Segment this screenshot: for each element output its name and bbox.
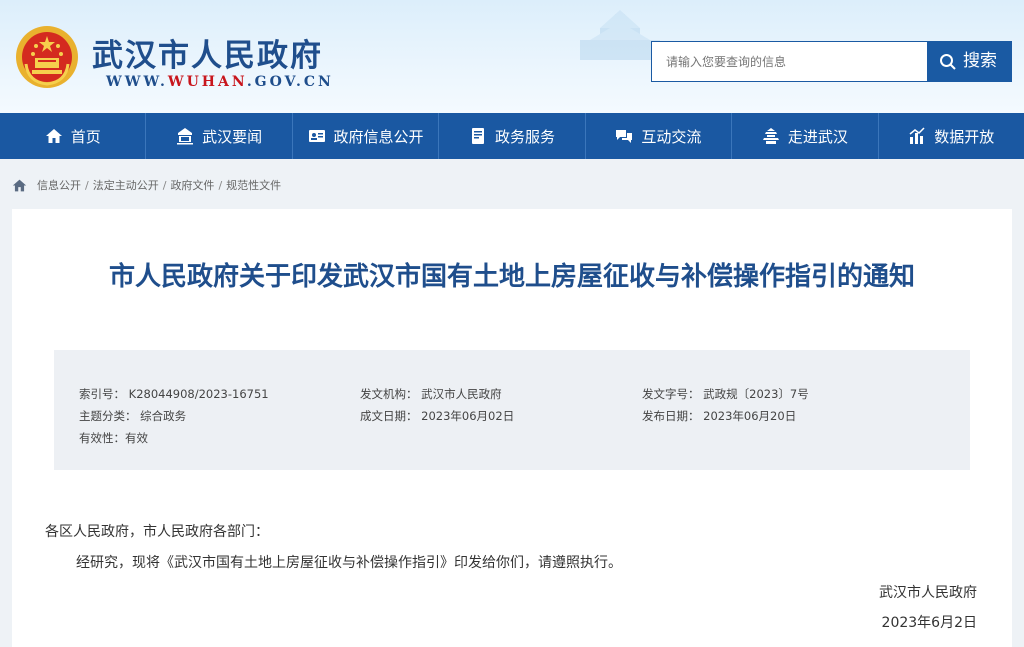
document-title: 市人民政府关于印发武汉市国有土地上房屋征收与补偿操作指引的通知 (108, 262, 915, 292)
nav-item-label: 政府信息公开 (333, 127, 424, 146)
nav-item-services[interactable]: 政务服务 (439, 113, 586, 159)
breadcrumb-separator: / (85, 178, 89, 192)
main-nav: 首页 武汉要闻 政府信息公开 政务服务 互动交流 走进武汉 数据开放 (0, 113, 1024, 159)
breadcrumb-separator: / (218, 178, 223, 192)
site-url-prefix: WWW. (106, 74, 168, 90)
pagoda-icon (762, 128, 779, 144)
breadcrumb-separator: / (162, 178, 167, 192)
id-card-icon (308, 130, 325, 142)
meta-category: 主题分类： 综合政务 (79, 409, 187, 423)
breadcrumb-link[interactable]: 信息公开 (37, 177, 81, 193)
nav-item-explore-wuhan[interactable]: 走进武汉 (732, 113, 879, 159)
document-paragraph: 经研究，现将《武汉市国有土地上房屋征收与补偿操作指引》印发给你们，请遵照执行。 (76, 555, 622, 571)
home-icon (45, 129, 62, 143)
home-icon[interactable] (12, 178, 27, 193)
search-input[interactable] (651, 41, 927, 82)
breadcrumb-link[interactable]: 规范性文件 (226, 177, 281, 193)
national-emblem-icon (16, 26, 78, 88)
site-header: 武汉市人民政府 WWW.WUHAN.GOV.CN 搜索 (0, 0, 1024, 113)
nav-item-interaction[interactable]: 互动交流 (586, 113, 733, 159)
nav-item-news[interactable]: 武汉要闻 (146, 113, 293, 159)
nav-item-label: 走进武汉 (787, 127, 848, 146)
document-icon (471, 128, 484, 144)
meta-published-date: 发布日期： 2023年06月20日 (642, 409, 797, 423)
site-url-suffix: .GOV.CN (246, 74, 334, 90)
building-icon (177, 128, 194, 145)
nav-item-label: 互动交流 (641, 127, 702, 146)
document-date: 2023年6月2日 (881, 615, 977, 631)
chat-icon (616, 130, 633, 143)
search-button-label: 搜索 (963, 51, 997, 71)
breadcrumb-link[interactable]: 政府文件 (170, 177, 214, 193)
meta-index-number: 索引号： K28044908/2023-16751 (79, 387, 269, 401)
search-button[interactable]: 搜索 (927, 41, 1012, 82)
nav-item-label: 武汉要闻 (202, 127, 263, 146)
nav-item-label: 数据开放 (934, 127, 995, 146)
meta-issuer: 发文机构： 武汉市人民政府 (360, 387, 502, 401)
bar-chart-icon (909, 127, 925, 144)
nav-item-gov-info[interactable]: 政府信息公开 (293, 113, 440, 159)
meta-document-number: 发文字号： 武政规〔2023〕7号 (642, 387, 809, 401)
nav-item-label: 政务服务 (494, 127, 555, 146)
site-title[interactable]: 武汉市人民政府 (92, 30, 323, 75)
nav-item-label: 首页 (70, 127, 101, 146)
document-signature: 武汉市人民政府 (879, 585, 977, 601)
site-url[interactable]: WWW.WUHAN.GOV.CN (106, 74, 334, 90)
document-card: 市人民政府关于印发武汉市国有土地上房屋征收与补偿操作指引的通知 索引号： K28… (12, 209, 1012, 647)
document-metadata: 索引号： K28044908/2023-16751 发文机构： 武汉市人民政府 … (54, 350, 970, 470)
document-salutation: 各区人民政府，市人民政府各部门： (45, 524, 269, 540)
breadcrumb: 信息公开 / 法定主动公开 / 政府文件 / 规范性文件 (12, 175, 281, 195)
meta-validity: 有效性：有效 (79, 431, 148, 445)
nav-item-home[interactable]: 首页 (0, 113, 147, 159)
search-icon (940, 53, 956, 70)
site-url-accent: WUHAN (167, 74, 247, 90)
breadcrumb-link[interactable]: 法定主动公开 (93, 177, 159, 193)
nav-item-open-data[interactable]: 数据开放 (879, 113, 1024, 159)
meta-created-date: 成文日期： 2023年06月02日 (360, 409, 515, 423)
